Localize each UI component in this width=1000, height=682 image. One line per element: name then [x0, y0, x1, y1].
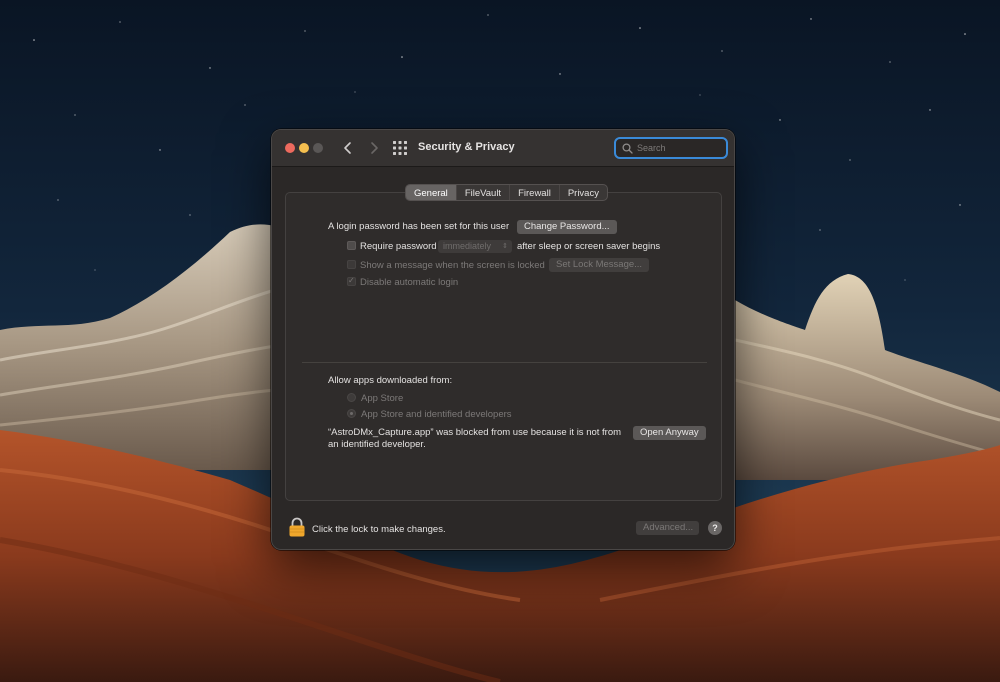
change-password-button[interactable]: Change Password...: [517, 220, 617, 234]
zoom-window-button[interactable]: [313, 143, 323, 153]
lock-icon: [289, 517, 305, 537]
require-password-delay-select: immediately ⇕: [438, 240, 512, 253]
disable-auto-login-label: Disable automatic login: [360, 277, 459, 288]
search-field[interactable]: [614, 137, 728, 159]
lock-hint-text: Click the lock to make changes.: [312, 524, 446, 535]
tab-firewall[interactable]: Firewall: [510, 185, 560, 200]
require-password-label: Require password: [360, 241, 437, 252]
blocked-app-message-line1: “AstroDMx_Capture.app” was blocked from …: [328, 427, 622, 438]
close-window-button[interactable]: [285, 143, 295, 153]
show-message-label: Show a message when the screen is locked: [360, 260, 545, 271]
set-lock-message-button: Set Lock Message...: [549, 258, 650, 272]
help-button[interactable]: ?: [708, 521, 722, 535]
minimize-window-button[interactable]: [299, 143, 309, 153]
chevron-right-icon: [371, 142, 378, 154]
require-password-checkbox[interactable]: [347, 241, 356, 250]
radio-selected-dot: [350, 412, 353, 415]
login-password-text: A login password has been set for this u…: [328, 221, 510, 232]
disable-auto-login-checkbox: ✓: [347, 276, 356, 286]
tab-privacy[interactable]: Privacy: [560, 185, 607, 200]
require-password-delay-value: immediately: [443, 241, 492, 251]
radio-identified-developers: [347, 409, 356, 418]
search-input[interactable]: [637, 141, 723, 155]
radio-app-store: [347, 393, 356, 402]
radio-identified-developers-label: App Store and identified developers: [361, 409, 512, 420]
section-divider: [302, 362, 707, 363]
window-title: Security & Privacy: [418, 141, 515, 153]
grid-icon: [393, 141, 407, 155]
radio-app-store-label: App Store: [361, 393, 404, 404]
checkmark-icon: ✓: [348, 276, 355, 285]
tab-general[interactable]: General: [406, 185, 457, 200]
allow-apps-heading: Allow apps downloaded from:: [328, 375, 453, 386]
tab-filevault[interactable]: FileVault: [457, 185, 511, 200]
chevron-updown-icon: ⇕: [502, 243, 508, 250]
lock-button[interactable]: [289, 517, 305, 537]
advanced-button: Advanced...: [636, 521, 699, 535]
blocked-app-message-line2: an identified developer.: [328, 439, 426, 450]
tab-bar: General FileVault Firewall Privacy: [405, 184, 608, 201]
search-icon: [622, 143, 633, 154]
show-all-preferences-button[interactable]: [393, 141, 407, 155]
forward-button[interactable]: [365, 138, 383, 158]
open-anyway-button[interactable]: Open Anyway: [633, 426, 706, 440]
general-panel: A login password has been set for this u…: [285, 192, 722, 501]
show-message-checkbox: [347, 260, 356, 269]
chevron-left-icon: [344, 142, 351, 154]
security-privacy-window: Security & Privacy A login password has …: [271, 129, 735, 550]
back-button[interactable]: [339, 138, 357, 158]
title-bar: Security & Privacy: [272, 130, 734, 167]
require-password-suffix: after sleep or screen saver begins: [517, 241, 661, 252]
